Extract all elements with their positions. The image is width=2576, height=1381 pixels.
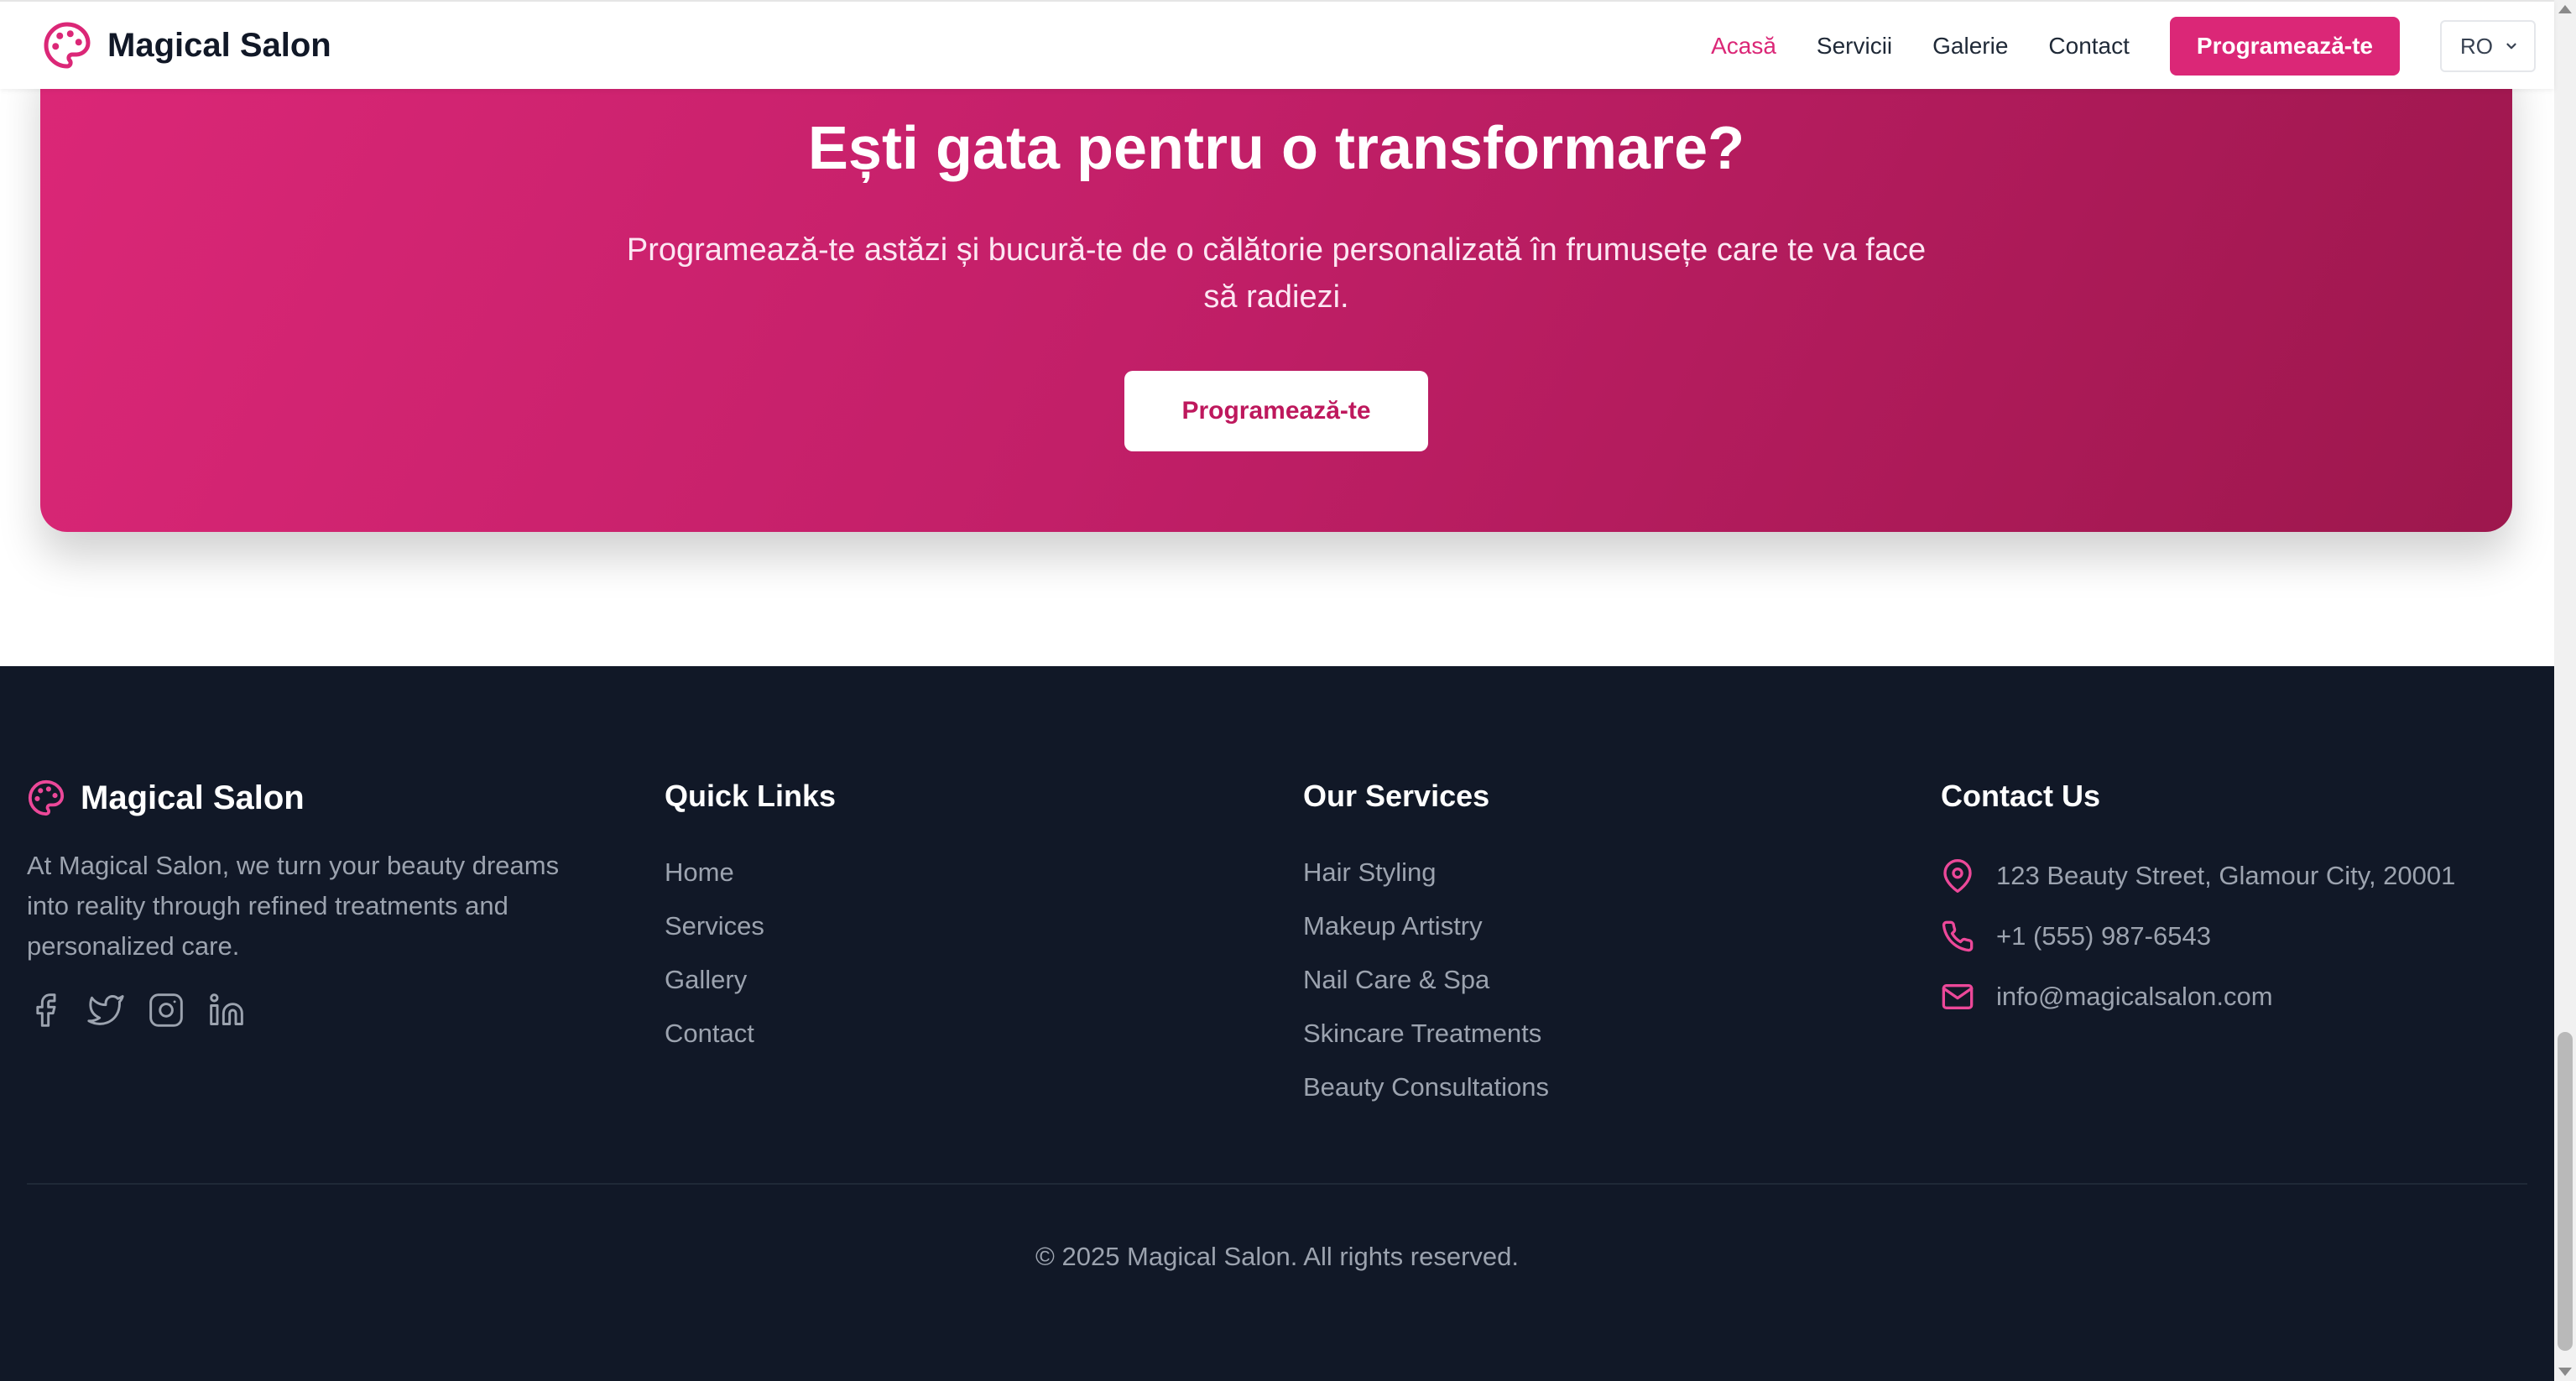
footer-services: Our Services Hair Styling Makeup Artistr… [1303, 779, 1549, 1114]
footer-service-nails[interactable]: Nail Care & Spa [1303, 953, 1549, 1007]
contact-phone: +1 (555) 987-6543 [1996, 921, 2211, 951]
footer-divider [27, 1183, 2527, 1185]
map-pin-icon [1943, 859, 1972, 893]
nav-link-services[interactable]: Servicii [1817, 33, 1892, 60]
main-nav: Acasă Servicii Galerie Contact Programea… [1711, 2, 2554, 91]
copyright-text: © 2025 Magical Salon. All rights reserve… [1035, 1242, 1519, 1271]
contact-phone-row[interactable]: +1 (555) 987-6543 [1941, 906, 2455, 967]
facebook-icon[interactable] [27, 992, 64, 1029]
contact-address-row: 123 Beauty Street, Glamour City, 20001 [1941, 846, 2455, 906]
quick-links-title: Quick Links [665, 779, 837, 813]
footer-contact: Contact Us 123 Beauty Street, Glamour Ci… [1941, 779, 2455, 1027]
brand-logo-link[interactable]: Magical Salon [42, 20, 331, 70]
language-select[interactable]: RO [2440, 20, 2536, 72]
palette-icon [44, 22, 91, 69]
footer-link-contact[interactable]: Contact [665, 1007, 836, 1061]
footer-link-gallery[interactable]: Gallery [665, 953, 836, 1007]
footer-link-services[interactable]: Services [665, 899, 836, 953]
footer-service-hair-styling[interactable]: Hair Styling [1303, 846, 1549, 899]
footer-quick-links: Quick Links Home Services Gallery Contac… [665, 779, 836, 1061]
footer-service-makeup[interactable]: Makeup Artistry [1303, 899, 1549, 953]
footer-service-skincare[interactable]: Skincare Treatments [1303, 1007, 1549, 1061]
services-title: Our Services [1303, 779, 1490, 813]
footer-link-home[interactable]: Home [665, 846, 836, 899]
scroll-down-arrow-icon[interactable] [2558, 1368, 2572, 1376]
footer-brand-name: Magical Salon [81, 779, 305, 816]
contact-email-row[interactable]: info@magicalsalon.com [1941, 967, 2455, 1027]
page-scrollbar[interactable] [2554, 0, 2576, 1381]
cta-banner: Ești gata pentru o transformare? Program… [40, 50, 2512, 532]
palette-icon [28, 779, 65, 816]
nav-link-gallery[interactable]: Galerie [1932, 33, 2008, 60]
twitter-icon[interactable] [87, 992, 124, 1029]
chevron-down-icon [2506, 43, 2516, 50]
footer-brand-column: Magical Salon At Magical Salon, we turn … [27, 779, 597, 1029]
top-navbar: Magical Salon Acasă Servicii Galerie Con… [0, 0, 2554, 89]
site-footer: Magical Salon At Magical Salon, we turn … [0, 666, 2554, 1381]
language-value: RO [2460, 33, 2493, 59]
book-appointment-button[interactable]: Programează-te [2169, 17, 2400, 76]
cta-book-button[interactable]: Programează-te [1124, 371, 1428, 451]
brand-name: Magical Salon [107, 26, 331, 64]
contact-address: 123 Beauty Street, Glamour City, 20001 [1996, 861, 2456, 890]
scroll-up-arrow-icon[interactable] [2558, 5, 2572, 13]
nav-link-contact[interactable]: Contact [2048, 33, 2130, 60]
scrollbar-thumb[interactable] [2558, 1032, 2573, 1351]
instagram-icon[interactable] [148, 992, 185, 1029]
footer-service-consultations[interactable]: Beauty Consultations [1303, 1061, 1549, 1114]
contact-email: info@magicalsalon.com [1996, 982, 2273, 1011]
phone-icon [1942, 920, 1974, 952]
cta-text: Programează-te astăzi și bucură-te de o … [626, 232, 1927, 315]
nav-link-home[interactable]: Acasă [1711, 33, 1776, 60]
contact-title: Contact Us [1941, 779, 2101, 813]
cta-title: Ești gata pentru o transformare? [807, 115, 1745, 182]
social-links [27, 992, 597, 1029]
linkedin-icon[interactable] [208, 992, 245, 1029]
footer-brand: Magical Salon [27, 779, 597, 817]
footer-description: At Magical Salon, we turn your beauty dr… [27, 851, 560, 961]
mail-icon [1942, 984, 1974, 1009]
